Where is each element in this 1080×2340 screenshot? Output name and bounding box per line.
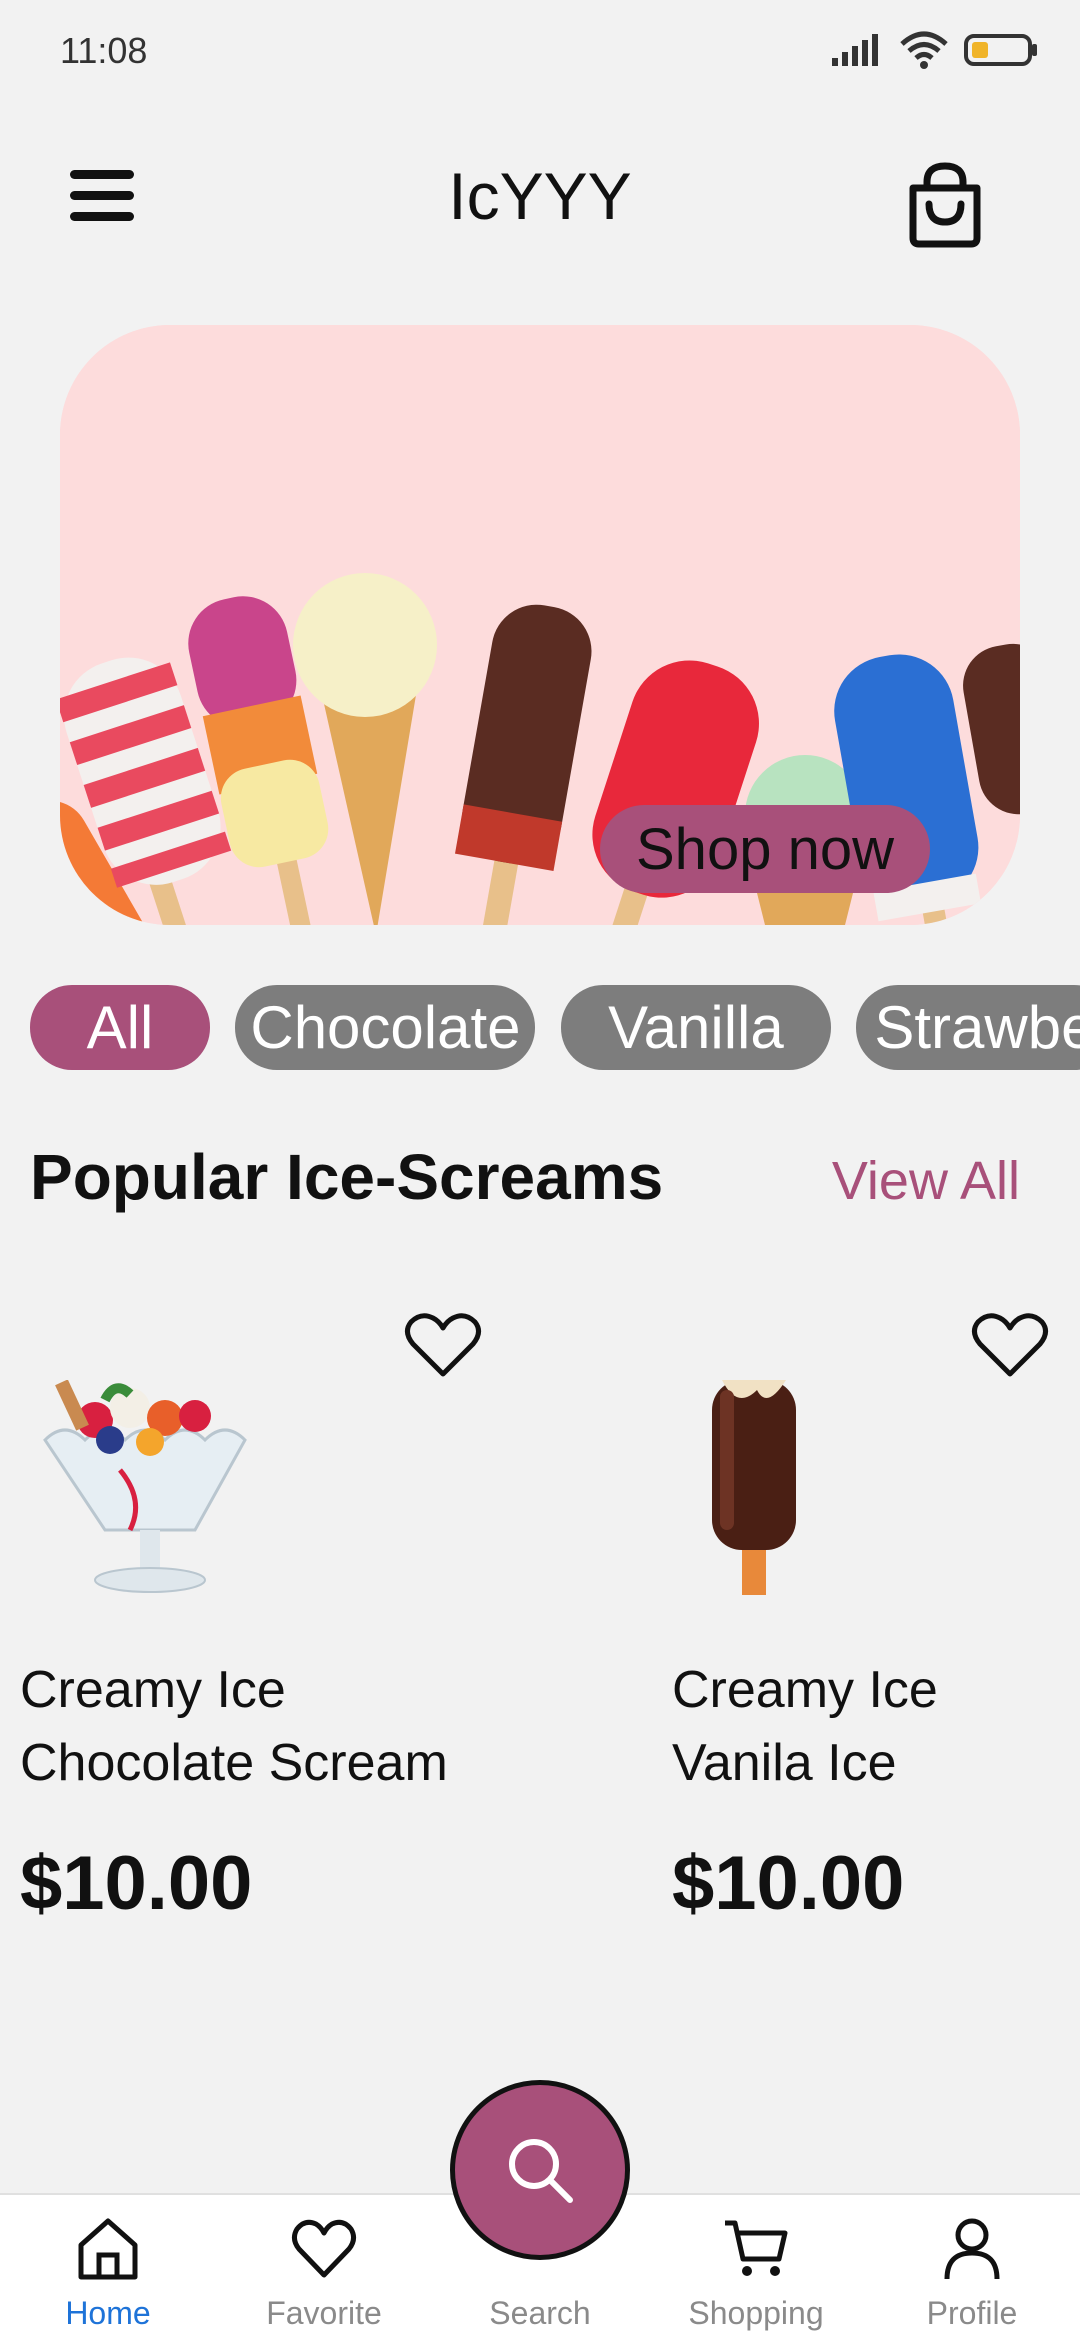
- heart-icon: [291, 2219, 357, 2278]
- cart-icon: [725, 2220, 788, 2276]
- product-price: $10.00: [672, 1841, 905, 1926]
- nav-label: Profile: [926, 2295, 1018, 2331]
- search-fab-button[interactable]: [450, 2080, 630, 2260]
- chip-strawberry[interactable]: Strawbe: [856, 985, 1080, 1070]
- chocolate-popsicle-image: [712, 1380, 796, 1595]
- product-name-line2: Chocolate Scream: [20, 1734, 448, 1792]
- product-name-line1: Creamy Ice: [672, 1661, 938, 1719]
- ice-cream-sundae-image: [43, 1380, 247, 1593]
- search-icon: [509, 2139, 573, 2203]
- nav-home[interactable]: Home: [0, 2195, 216, 2340]
- chip-chocolate[interactable]: Chocolate: [235, 985, 536, 1070]
- promo-banner[interactable]: Shop now: [60, 325, 1020, 925]
- product-name-line2: Vanila Ice: [672, 1734, 897, 1792]
- product-card[interactable]: Creamy Ice Chocolate Scream $10.00: [20, 1300, 540, 1940]
- signal-icon: [832, 34, 878, 66]
- favorite-heart-icon[interactable]: [403, 1310, 483, 1380]
- app-header: IcYYY: [0, 150, 1080, 260]
- nav-label: Shopping: [688, 2295, 824, 2331]
- view-all-link[interactable]: View All: [832, 1150, 1020, 1212]
- category-chips: All Chocolate Vanilla Strawbe: [30, 985, 1080, 1070]
- nav-shopping[interactable]: Shopping: [648, 2195, 864, 2340]
- nav-profile[interactable]: Profile: [864, 2195, 1080, 2340]
- product-name-line1: Creamy Ice: [20, 1661, 286, 1719]
- chip-vanilla[interactable]: Vanilla: [560, 985, 831, 1070]
- user-icon: [944, 2218, 1000, 2280]
- nav-favorite[interactable]: Favorite: [216, 2195, 432, 2340]
- shopping-bag-button[interactable]: [905, 160, 985, 250]
- shopping-bag-icon: [909, 162, 981, 248]
- shop-now-button[interactable]: Shop now: [600, 805, 930, 893]
- favorite-heart-icon[interactable]: [970, 1310, 1050, 1380]
- section-title: Popular Ice-Screams: [30, 1141, 664, 1213]
- nav-label: Favorite: [266, 2295, 382, 2331]
- status-icons: [830, 30, 1040, 70]
- battery-icon: [964, 34, 1037, 66]
- product-price: $10.00: [20, 1841, 253, 1926]
- wifi-icon: [900, 31, 948, 69]
- home-icon: [78, 2218, 138, 2280]
- chip-all[interactable]: All: [30, 985, 210, 1070]
- status-time: 11:08: [60, 30, 148, 71]
- product-card[interactable]: Creamy Ice Vanila Ice $10.00: [672, 1300, 1080, 1940]
- status-bar: 11:08: [0, 0, 1080, 100]
- nav-label: Search: [489, 2295, 591, 2331]
- nav-label: Home: [65, 2295, 151, 2331]
